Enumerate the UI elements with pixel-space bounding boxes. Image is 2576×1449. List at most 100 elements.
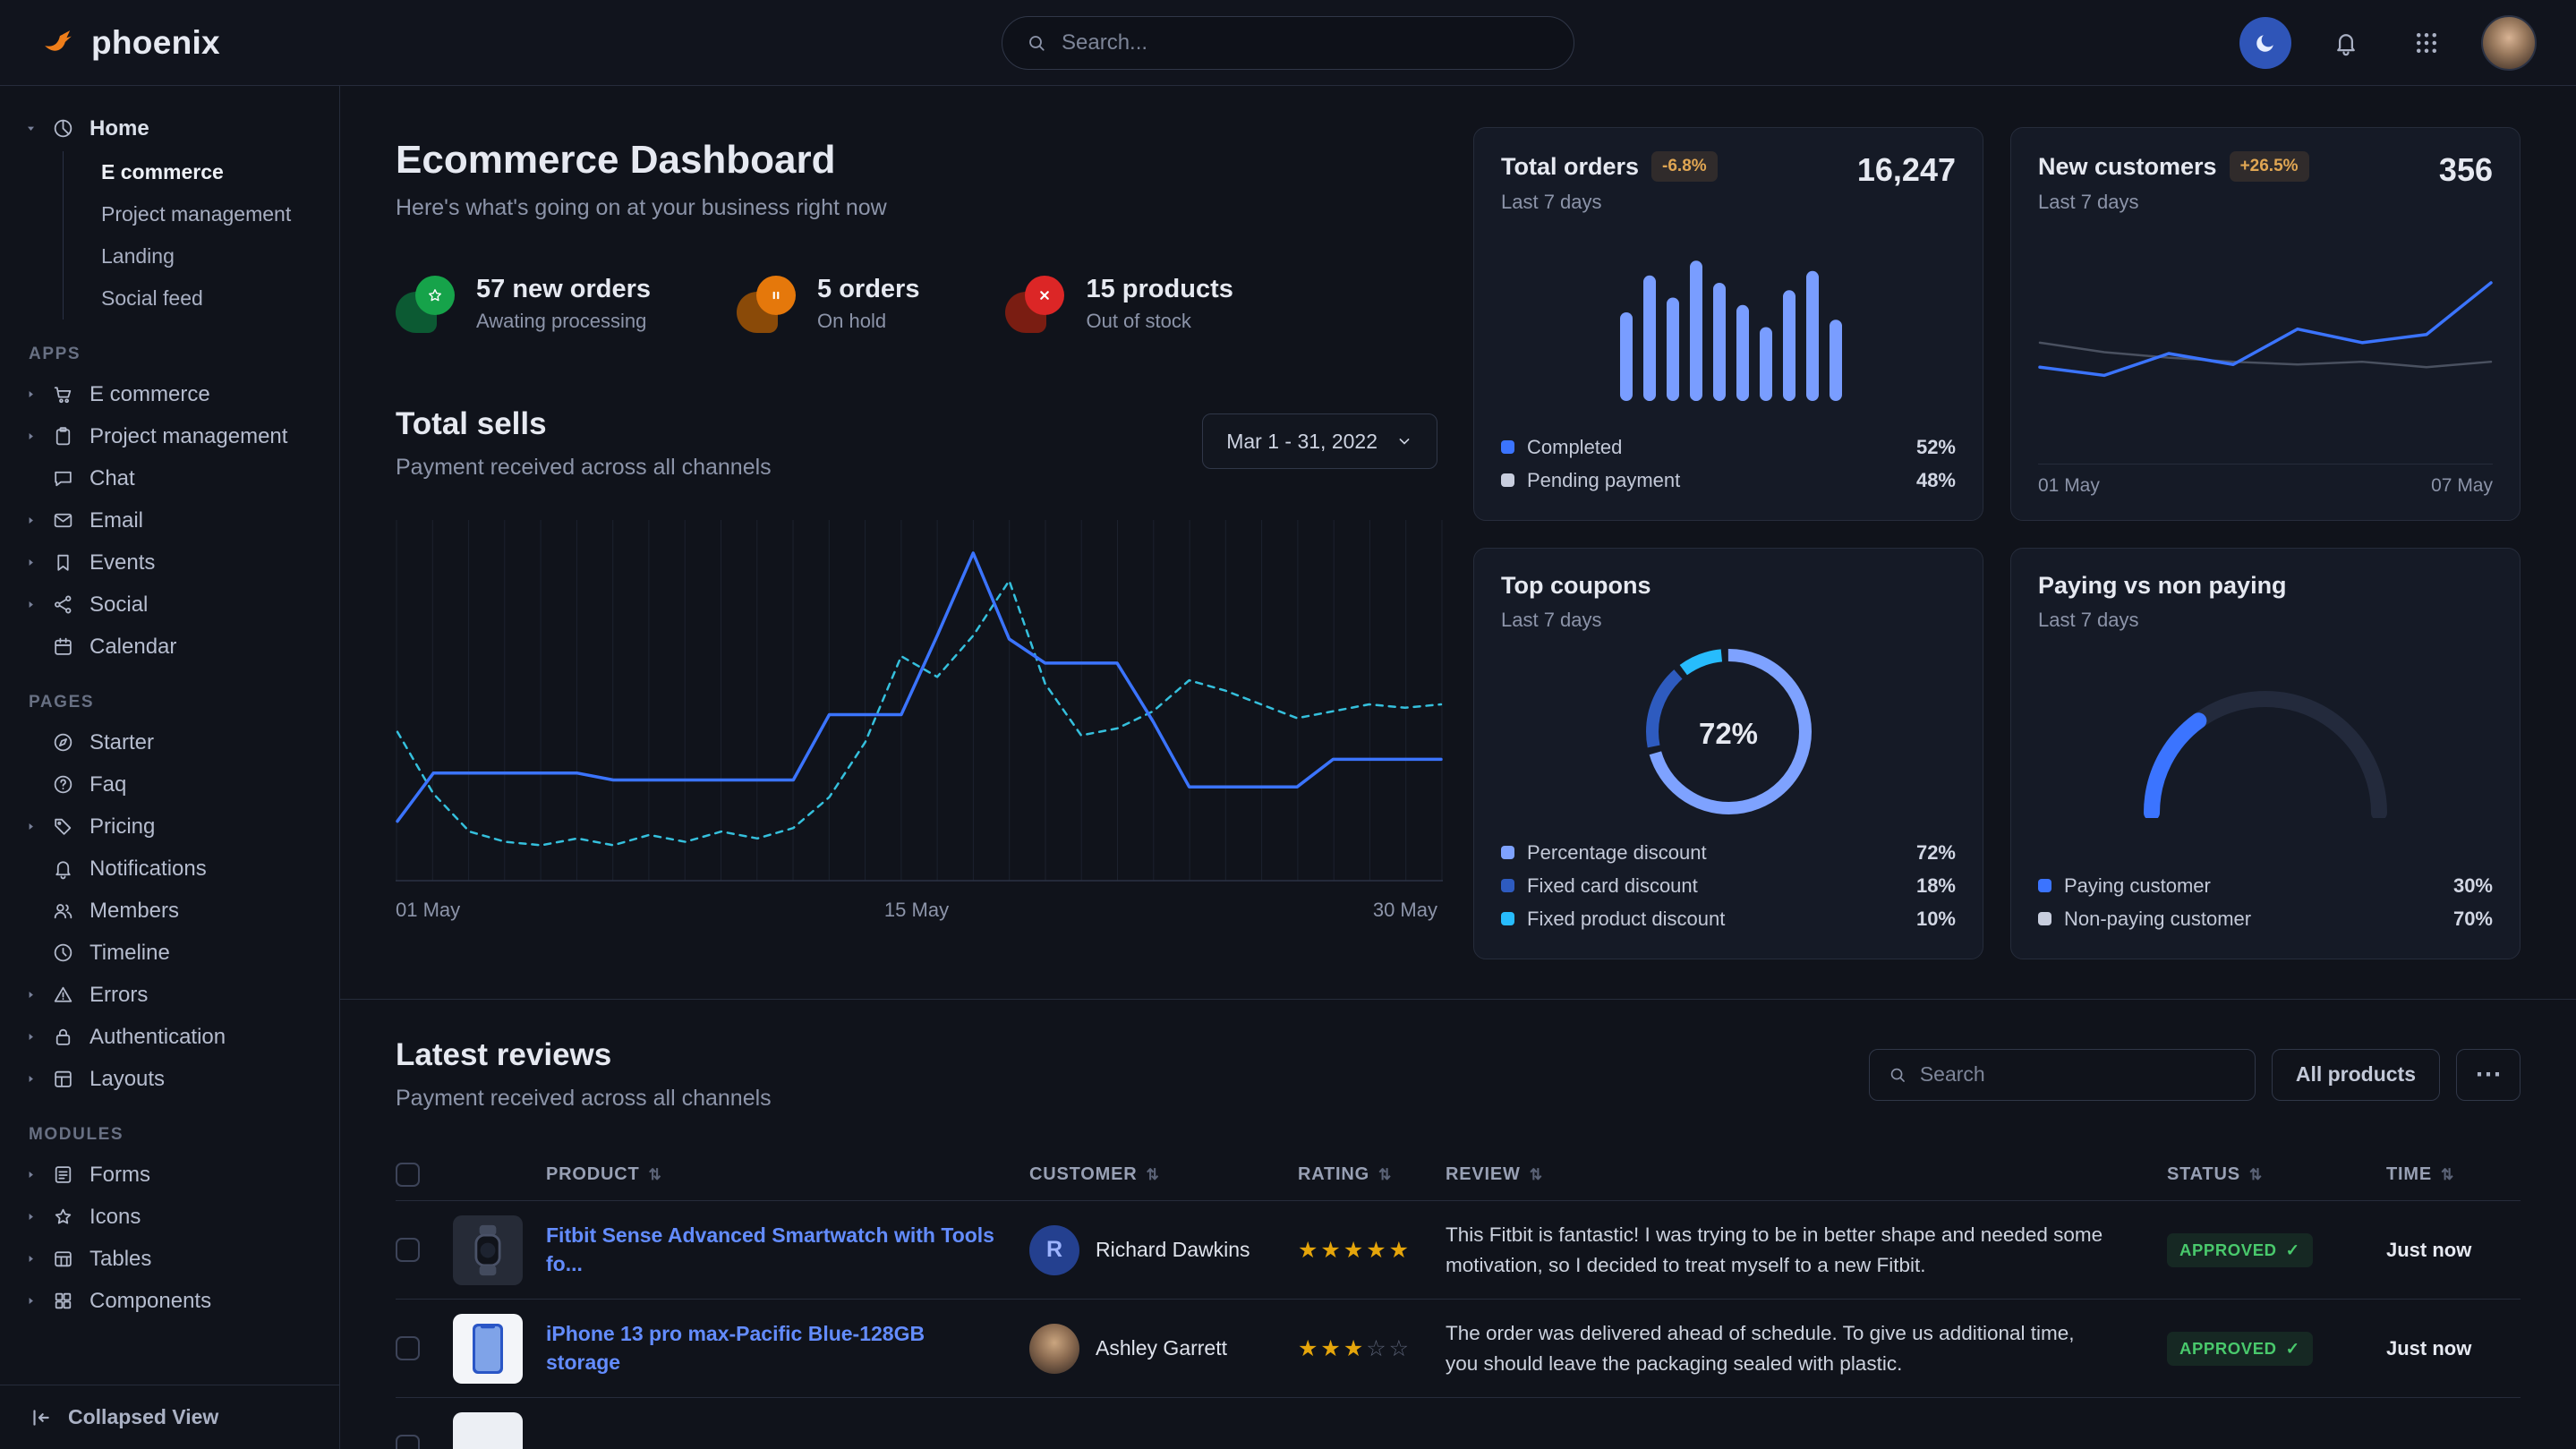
reviews-search-input[interactable] [1920, 1062, 2237, 1087]
dashboard-left-column: Ecommerce Dashboard Here's what's going … [396, 127, 1437, 999]
sidebar-item-forms[interactable]: Forms [25, 1154, 325, 1196]
legend-label: Pending payment [1527, 469, 1680, 492]
layout-icon [52, 1068, 90, 1090]
stat-value: 5 orders [817, 275, 919, 304]
sidebar-item-home[interactable]: Home [25, 107, 325, 149]
global-search [1002, 16, 1574, 70]
row-checkbox[interactable] [396, 1238, 420, 1262]
reviews-table-header: PRODUCT⇅CUSTOMER⇅RATING⇅REVIEW⇅STATUS⇅TI… [396, 1149, 2521, 1201]
sidebar-item-project-management[interactable]: Project management [25, 415, 325, 457]
sidebar-item-chat[interactable]: Chat [25, 457, 325, 499]
product-link[interactable] [546, 1435, 576, 1449]
page-title: Ecommerce Dashboard [396, 138, 1437, 183]
sidebar-item-landing[interactable]: Landing [101, 235, 325, 277]
caret-right-icon [25, 821, 52, 832]
date-range-select[interactable]: Mar 1 - 31, 2022 [1202, 413, 1437, 469]
form-icon [52, 1163, 90, 1186]
card-period: Last 7 days [1501, 191, 1718, 214]
x-icon [1025, 276, 1064, 315]
apps-grid-icon [2413, 30, 2440, 56]
all-products-button[interactable]: All products [2272, 1049, 2440, 1101]
sidebar-item-events[interactable]: Events [25, 541, 325, 584]
sidebar-item-timeline[interactable]: Timeline [25, 932, 325, 974]
sort-icon[interactable]: ⇅ [2441, 1166, 2454, 1184]
sidebar-item-social[interactable]: Social [25, 584, 325, 626]
sidebar-item-notifications[interactable]: Notifications [25, 848, 325, 890]
legend-label: Fixed product discount [1527, 908, 1725, 931]
card-value: 16,247 [1857, 151, 1956, 189]
sort-icon[interactable]: ⇅ [1378, 1166, 1392, 1184]
sidebar-item-members[interactable]: Members [25, 890, 325, 932]
legend-item-fixed-product-discount: Fixed product discount10% [1501, 902, 1956, 935]
row-checkbox[interactable] [396, 1336, 420, 1360]
sidebar-item-label: Events [90, 550, 155, 575]
stat-15-products: 15 productsOut of stock [1005, 275, 1233, 333]
sort-icon[interactable]: ⇅ [649, 1166, 662, 1184]
sidebar-item-tables[interactable]: Tables [25, 1238, 325, 1280]
search-icon [1888, 1065, 1907, 1085]
top-coupons-legend: Percentage discount72%Fixed card discoun… [1501, 836, 1956, 935]
brand[interactable]: phoenix [39, 21, 220, 64]
app-root: phoenix HomeE commerceProject management… [0, 0, 2576, 1449]
collapsed-view-button[interactable]: Collapsed View [0, 1385, 339, 1449]
column-header-customer: CUSTOMER⇅ [1029, 1164, 1298, 1185]
clipboard-icon [52, 425, 90, 447]
sidebar-subtree: E commerceProject managementLandingSocia… [63, 151, 325, 320]
legend-label: Percentage discount [1527, 841, 1707, 865]
sidebar-item-starter[interactable]: Starter [25, 721, 325, 763]
theme-toggle-button[interactable] [2239, 17, 2291, 69]
sidebar-nav: HomeE commerceProject managementLandingS… [0, 107, 339, 1385]
stats-row: 57 new ordersAwating processing5 ordersO… [396, 275, 1437, 333]
sidebar-item-calendar[interactable]: Calendar [25, 626, 325, 668]
reviews-title: Latest reviews [396, 1037, 772, 1073]
sidebar-item-e-commerce[interactable]: E commerce [101, 151, 325, 193]
share-icon [52, 593, 90, 616]
legend-label: Completed [1527, 436, 1622, 459]
sidebar-item-components[interactable]: Components [25, 1280, 325, 1322]
sidebar-item-label: Icons [90, 1205, 141, 1230]
review-row-2: iPhone 13 pro max-Pacific Blue-128GB sto… [396, 1300, 2521, 1398]
apps-grid-button[interactable] [2401, 17, 2452, 69]
total-sells-title: Total sells [396, 406, 772, 442]
sidebar-item-layouts[interactable]: Layouts [25, 1058, 325, 1100]
sidebar-item-errors[interactable]: Errors [25, 974, 325, 1016]
lock-icon [52, 1026, 90, 1048]
product-link[interactable]: iPhone 13 pro max-Pacific Blue-128GB sto… [546, 1322, 925, 1373]
calendar-icon [52, 635, 90, 658]
latest-reviews-section: Latest reviews Payment received across a… [340, 999, 2576, 1449]
sidebar-item-pricing[interactable]: Pricing [25, 805, 325, 848]
notifications-button[interactable] [2320, 17, 2372, 69]
sidebar-item-label: Members [90, 899, 179, 924]
caret-right-icon [25, 1295, 52, 1307]
sidebar-item-faq[interactable]: Faq [25, 763, 325, 805]
user-avatar[interactable] [2481, 15, 2537, 71]
row-checkbox[interactable] [396, 1435, 420, 1449]
sidebar-item-social-feed[interactable]: Social feed [101, 277, 325, 320]
mail-icon [52, 509, 90, 532]
sort-icon[interactable]: ⇅ [1146, 1166, 1159, 1184]
sort-icon[interactable]: ⇅ [2249, 1166, 2263, 1184]
more-actions-button[interactable]: ⋯ [2456, 1049, 2521, 1101]
legend-swatch [1501, 440, 1514, 454]
sidebar-item-authentication[interactable]: Authentication [25, 1016, 325, 1058]
column-label: STATUS [2167, 1164, 2240, 1185]
legend-item-paying-customer: Paying customer30% [2038, 869, 2493, 902]
stat-5-orders: 5 ordersOn hold [737, 275, 919, 333]
caret-right-icon [25, 989, 52, 1001]
dashboard-top: Ecommerce Dashboard Here's what's going … [340, 86, 2576, 999]
sidebar-item-project-management[interactable]: Project management [101, 193, 325, 235]
select-all-checkbox[interactable] [396, 1163, 420, 1187]
donut-center-value: 72% [1646, 649, 1812, 819]
caret-right-icon [25, 557, 52, 568]
sidebar-item-icons[interactable]: Icons [25, 1196, 325, 1238]
customer-name: Richard Dawkins [1096, 1238, 1250, 1262]
product-link[interactable]: Fitbit Sense Advanced Smartwatch with To… [546, 1223, 994, 1274]
sort-icon[interactable]: ⇅ [1530, 1166, 1543, 1184]
search-input[interactable] [1062, 30, 1550, 55]
sidebar-item-e-commerce[interactable]: E commerce [25, 373, 325, 415]
search-icon [1026, 32, 1047, 54]
sidebar-item-email[interactable]: Email [25, 499, 325, 541]
caret-right-icon [25, 1073, 52, 1085]
x-tick: 07 May [2431, 475, 2493, 497]
top-navbar: phoenix [0, 0, 2576, 86]
